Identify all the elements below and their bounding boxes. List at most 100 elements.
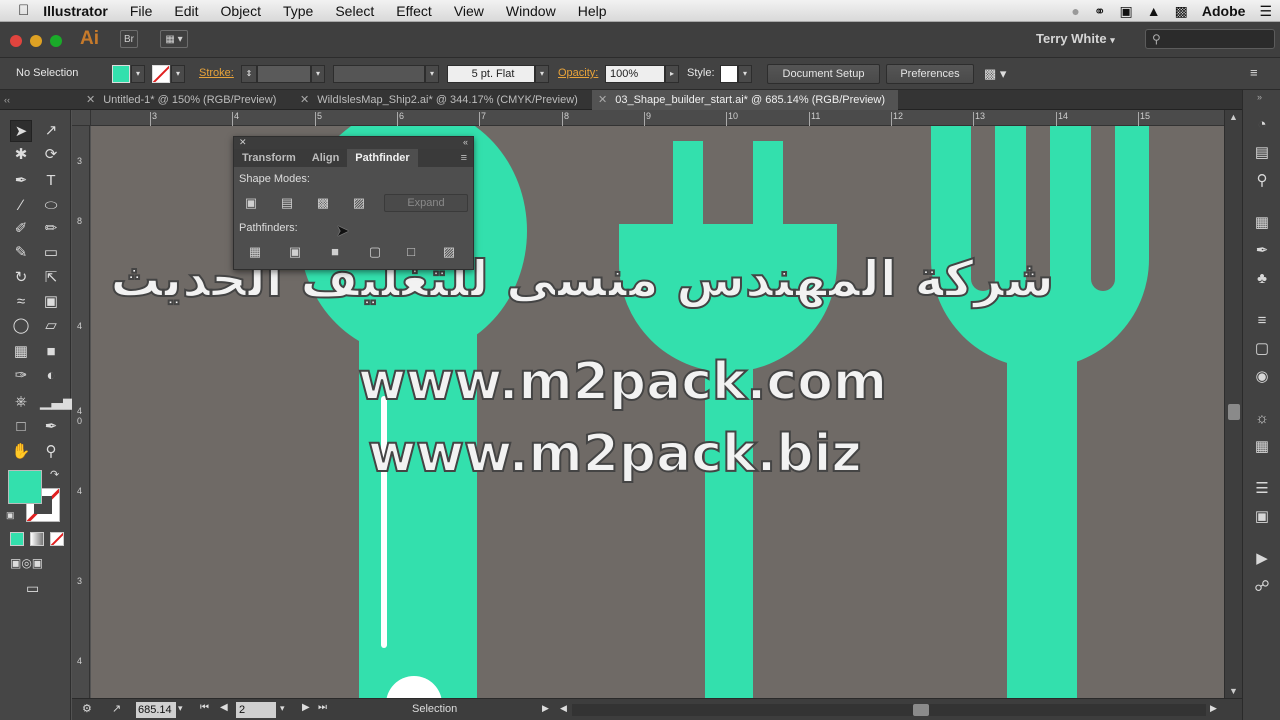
zoom-level-field[interactable]: 685.14 (136, 702, 176, 718)
color-guide-icon[interactable]: ▤ (1251, 142, 1273, 164)
fill-swatch[interactable] (112, 65, 130, 83)
style-dropdown[interactable]: ▾ (738, 65, 752, 83)
appearance-icon[interactable]: ☼ (1251, 408, 1273, 430)
stroke-swatch[interactable] (152, 65, 170, 83)
color-mode-button[interactable] (10, 532, 24, 546)
perspective-grid-tool-icon[interactable]: ▱ (40, 315, 62, 337)
magic-wand-tool-icon[interactable]: ✱ (10, 144, 32, 166)
tab-align[interactable]: Align (304, 149, 348, 167)
line-tool-icon[interactable]: ∕ (10, 195, 32, 217)
pencil-tool-icon[interactable]: ✏ (40, 218, 62, 240)
first-artboard-icon[interactable]: ⏮ (200, 702, 209, 713)
fork-middle-tine-right[interactable] (753, 141, 783, 266)
pen-tool-icon[interactable]: ✒ (10, 170, 32, 192)
stroke-weight-stepper[interactable]: ⇕ (241, 65, 257, 83)
menu-view[interactable]: View (443, 3, 495, 19)
control-menu-icon[interactable]: ≡ (1250, 65, 1258, 80)
eraser-tool-icon[interactable]: ▭ (40, 242, 62, 264)
crop-icon[interactable]: ▢ (366, 244, 384, 260)
swatches-icon[interactable]: ▦ (1251, 212, 1273, 234)
export-icon[interactable]: ↗ (112, 702, 121, 715)
minus-front-icon[interactable]: ▤ (278, 195, 296, 211)
brush-definition[interactable]: 5 pt. Flat (447, 65, 535, 83)
stroke-label[interactable]: Stroke: (199, 67, 234, 79)
stroke-weight-dropdown[interactable]: ▾ (311, 65, 325, 83)
close-window-button[interactable] (10, 35, 22, 47)
gradient-tool-icon[interactable]: ■ (40, 341, 62, 363)
default-colors-icon[interactable]: ▣ (6, 510, 15, 521)
apple-icon[interactable]:  (0, 2, 41, 19)
symbol-sprayer-tool-icon[interactable]: ⎈ (10, 391, 32, 413)
collapse-icon[interactable]: « (463, 137, 468, 147)
opacity-label[interactable]: Opacity: (558, 67, 598, 79)
panel-header[interactable]: ✕ « (234, 137, 473, 149)
transparency-icon[interactable]: ◉ (1251, 366, 1273, 388)
tab-untitled-1[interactable]: ✕ Untitled-1* @ 150% (RGB/Preview) (80, 90, 290, 110)
merge-icon[interactable]: ■ (326, 244, 344, 260)
divide-icon[interactable]: ▦ (246, 244, 264, 260)
scroll-down-icon[interactable]: ▼ (1229, 686, 1238, 696)
opacity-arrow[interactable]: ▸ (665, 65, 679, 83)
help-search-input[interactable]: ⚲ (1145, 29, 1275, 49)
scale-tool-icon[interactable]: ⇱ (40, 267, 62, 289)
menu-adobe[interactable]: Adobe (1202, 3, 1246, 19)
free-transform-tool-icon[interactable]: ▣ (40, 291, 62, 313)
minus-back-icon[interactable]: ▨ (440, 244, 458, 260)
color-panel-icon[interactable]: ◔ (1251, 114, 1273, 136)
outline-icon[interactable]: □ (402, 244, 420, 260)
brushes-icon[interactable]: ✒ (1251, 240, 1273, 262)
zoom-tool-icon[interactable]: ⚲ (40, 441, 62, 463)
mesh-tool-icon[interactable]: ▦ (10, 341, 32, 363)
swap-colors-icon[interactable]: ↷ (50, 468, 59, 481)
profile-dropdown[interactable]: ▾ (425, 65, 439, 83)
slice-tool-icon[interactable]: ✒ (40, 416, 62, 438)
screen-record-icon[interactable]: ▣ (1120, 3, 1133, 20)
vertical-ruler[interactable]: 38404434 (72, 126, 90, 698)
fill-color-box[interactable] (8, 470, 42, 504)
close-icon[interactable]: ✕ (300, 94, 309, 106)
rotate-tool-icon[interactable]: ↻ (10, 267, 32, 289)
gpu-icon[interactable]: ⚙ (82, 702, 92, 715)
hand-tool-icon[interactable]: ✋ (10, 441, 32, 463)
none-mode-button[interactable] (50, 532, 64, 546)
menu-list-icon[interactable]: ☰ (1259, 3, 1272, 20)
bridge-button[interactable]: Br (120, 30, 138, 48)
notification-icon[interactable]: ● (1071, 3, 1079, 19)
menu-type[interactable]: Type (272, 3, 324, 19)
tab-pathfinder[interactable]: Pathfinder (347, 149, 418, 167)
artboard-number-field[interactable]: 2 (236, 702, 276, 718)
minimize-window-button[interactable] (30, 35, 42, 47)
last-artboard-icon[interactable]: ⏭ (318, 702, 327, 713)
ruler-origin[interactable] (72, 110, 91, 126)
tab-shape-builder[interactable]: ✕ 03_Shape_builder_start.ai* @ 685.14% (R… (592, 90, 898, 110)
scroll-up-icon[interactable]: ▲ (1229, 112, 1238, 122)
display-icon[interactable]: ▩ (1175, 3, 1188, 20)
user-account-menu[interactable]: Terry White ▾ (1036, 31, 1115, 46)
close-icon[interactable]: ✕ (239, 137, 247, 148)
menu-window[interactable]: Window (495, 3, 567, 19)
creative-cloud-icon[interactable]: ⚭ (1094, 3, 1106, 20)
variable-width-profile[interactable] (333, 65, 425, 83)
hscroll-left-icon[interactable]: ◀ (560, 703, 567, 714)
zoom-window-button[interactable] (50, 35, 62, 47)
status-menu-icon[interactable]: ▶ (542, 703, 549, 714)
actions-icon[interactable]: ▶ (1251, 548, 1273, 570)
hscroll-thumb[interactable] (913, 704, 929, 716)
preferences-button[interactable]: Preferences (886, 64, 974, 84)
stroke-panel-icon[interactable]: ≡ (1251, 310, 1273, 332)
fill-dropdown[interactable]: ▾ (131, 65, 145, 83)
fork-middle-tine-left[interactable] (673, 141, 703, 266)
gradient-panel-icon[interactable]: ▢ (1251, 338, 1273, 360)
dock-collapse-icon[interactable]: » (1257, 92, 1262, 102)
hscroll-right-icon[interactable]: ▶ (1210, 703, 1217, 714)
trim-icon[interactable]: ▣ (286, 244, 304, 260)
links-icon[interactable]: ☍ (1251, 576, 1273, 598)
scroll-thumb[interactable] (1228, 404, 1240, 420)
type-tool-icon[interactable]: T (40, 170, 62, 192)
direct-selection-tool-icon[interactable]: ↗ (40, 120, 62, 142)
tab-transform[interactable]: Transform (234, 149, 304, 167)
zoom-dropdown[interactable]: ▾ (178, 703, 183, 714)
lasso-tool-icon[interactable]: ⟳ (40, 144, 62, 166)
intersect-icon[interactable]: ▩ (314, 195, 332, 211)
eyedropper-tool-icon[interactable]: ✑ (10, 365, 32, 387)
